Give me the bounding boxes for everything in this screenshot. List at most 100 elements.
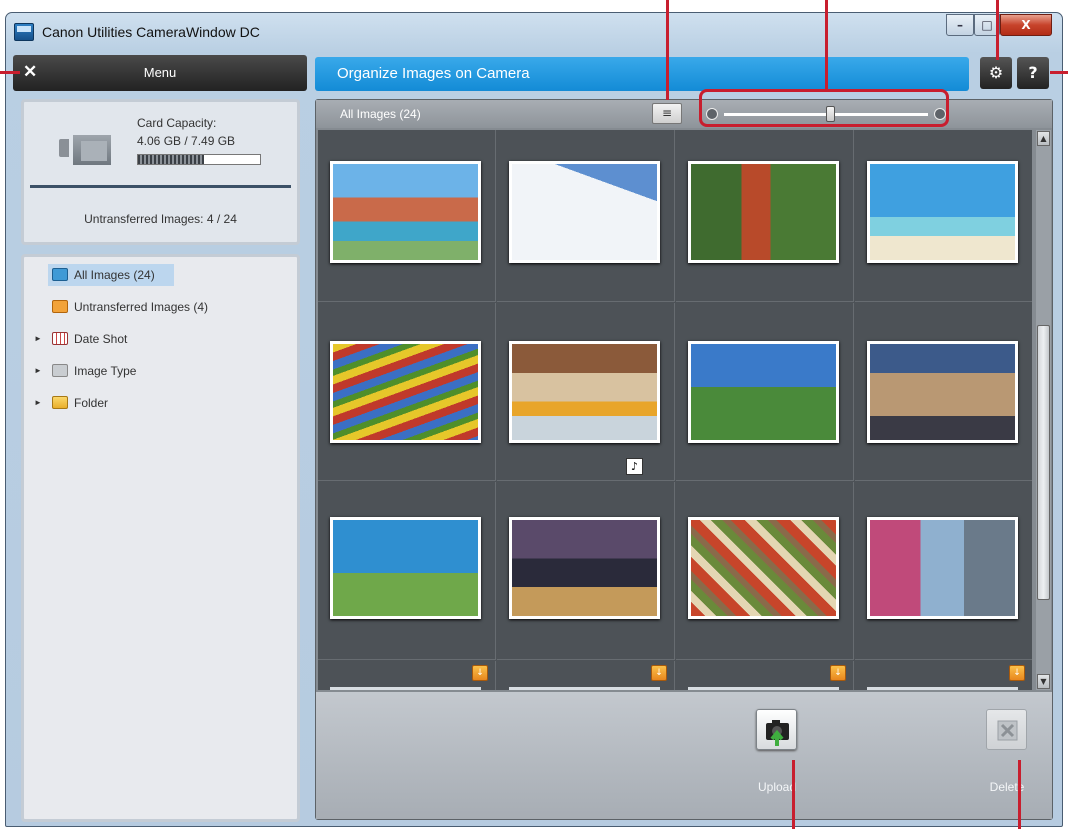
delete-label: Delete xyxy=(989,780,1025,794)
help-button[interactable]: ? xyxy=(1017,57,1049,89)
thumbnail-old-town[interactable] xyxy=(867,341,1018,443)
help-icon: ? xyxy=(1028,63,1038,82)
divider xyxy=(30,185,291,188)
menu-bar[interactable]: ✕ Menu xyxy=(13,55,307,91)
thumbnail-cell[interactable] xyxy=(676,303,854,481)
scroll-up-icon[interactable]: ▲ xyxy=(1037,131,1050,146)
untransferred-badge-icon: ↓ xyxy=(651,665,667,681)
expand-arrow-icon[interactable]: ► xyxy=(34,328,42,350)
window-title: Canon Utilities CameraWindow DC xyxy=(42,24,260,40)
thumbnail-cell[interactable] xyxy=(318,130,496,302)
minimize-button[interactable]: – xyxy=(946,14,974,36)
tree-item-untransferred[interactable]: Untransferred Images (4) xyxy=(48,296,278,318)
page-title-bar: Organize Images on Camera xyxy=(315,57,969,91)
thumbnail-cell[interactable] xyxy=(855,482,1032,660)
tree-item-folder[interactable]: ► Folder xyxy=(34,392,264,414)
scroll-thumb[interactable] xyxy=(1037,325,1050,600)
thumbnail-partial[interactable] xyxy=(509,687,660,690)
thumbnail-cell[interactable] xyxy=(497,482,675,660)
thumbnail-beach-palm[interactable] xyxy=(867,161,1018,263)
callout-line-upload xyxy=(792,760,795,829)
thumbnail-cell[interactable] xyxy=(855,303,1032,481)
folder-icon xyxy=(52,396,68,409)
thumbnail-cell[interactable] xyxy=(676,482,854,660)
upload-camera-icon xyxy=(766,720,789,746)
thumbnail-partial[interactable] xyxy=(867,687,1018,690)
client-area: ✕ Menu Card Capacity: 4.06 GB / 7.49 GB … xyxy=(13,55,1057,825)
upload-label: Upload xyxy=(757,780,797,794)
tree-item-label: Date Shot xyxy=(74,332,128,346)
callout-line-help xyxy=(1050,71,1068,74)
untransferred-badge-icon: ↓ xyxy=(830,665,846,681)
settings-button[interactable]: ⚙ xyxy=(980,57,1012,89)
delete-button[interactable] xyxy=(986,709,1027,750)
untransferred-badge-icon: ↓ xyxy=(472,665,488,681)
thumbnail-cell[interactable] xyxy=(676,130,854,302)
gallery: All Images (24) ≡ ♪ ↓ ↓ ↓ ↓ ▲ ▼ Upload D… xyxy=(315,99,1053,820)
thumbnail-snowboarder[interactable] xyxy=(509,161,660,263)
thumbnail-cell[interactable]: ♪ xyxy=(497,303,675,481)
thumbnail-partial[interactable] xyxy=(330,687,481,690)
upload-button[interactable] xyxy=(756,709,797,750)
capacity-bar-fill xyxy=(138,155,204,164)
card-info-panel: Card Capacity: 4.06 GB / 7.49 GB Untrans… xyxy=(21,99,300,245)
scroll-down-icon[interactable]: ▼ xyxy=(1037,674,1050,689)
thumbnail-cell[interactable]: ↓ xyxy=(676,661,854,690)
close-icon: X xyxy=(1021,18,1031,32)
capacity-bar xyxy=(137,154,261,165)
callout-line-settings xyxy=(996,0,999,60)
thumbnail-flower-field[interactable] xyxy=(330,341,481,443)
list-view-icon: ≡ xyxy=(661,106,673,120)
thumbnail-farm-field[interactable] xyxy=(688,341,839,443)
minimize-icon: – xyxy=(957,18,963,32)
thumbnail-market[interactable] xyxy=(688,517,839,619)
list-view-button[interactable]: ≡ xyxy=(652,103,682,124)
thumbnail-cell[interactable]: ↓ xyxy=(318,661,496,690)
thumbnail-resort[interactable] xyxy=(330,161,481,263)
thumbnail-cell[interactable] xyxy=(318,303,496,481)
callout-line-list-view xyxy=(666,0,669,100)
untransferred-badge-icon: ↓ xyxy=(1009,665,1025,681)
thumbnail-grid[interactable]: ♪ ↓ ↓ ↓ ↓ xyxy=(318,130,1032,690)
thumbnail-harbor[interactable] xyxy=(867,517,1018,619)
card-capacity-value: 4.06 GB / 7.49 GB xyxy=(137,134,236,148)
untransferred-count: Untransferred Images: 4 / 24 xyxy=(84,212,237,226)
calendar-icon xyxy=(52,332,68,345)
zoom-slider-callout xyxy=(699,89,949,127)
gear-icon: ⚙ xyxy=(988,63,1004,82)
thumbnail-partial[interactable] xyxy=(688,687,839,690)
thumbnail-cell[interactable] xyxy=(497,130,675,302)
expand-arrow-icon[interactable]: ► xyxy=(34,360,42,382)
close-window-button[interactable]: X xyxy=(1000,14,1052,36)
thumbnail-city-night[interactable] xyxy=(509,517,660,619)
app-icon xyxy=(14,23,34,41)
memory-card-icon xyxy=(59,135,111,165)
sound-memo-icon: ♪ xyxy=(626,458,643,475)
thumbnail-cell[interactable]: ↓ xyxy=(855,661,1032,690)
all-images-icon xyxy=(52,268,68,281)
page-title: Organize Images on Camera xyxy=(337,65,530,82)
gallery-count-label: All Images (24) xyxy=(340,107,421,121)
untransferred-icon xyxy=(52,300,68,313)
action-panel: Upload Delete xyxy=(316,692,1052,819)
image-tree: All Images (24) Untransferred Images (4)… xyxy=(21,254,300,822)
tree-item-date-shot[interactable]: ► Date Shot xyxy=(34,328,264,350)
expand-arrow-icon[interactable]: ► xyxy=(34,392,42,414)
tree-item-label: Folder xyxy=(74,396,109,410)
thumbnail-interior[interactable] xyxy=(509,341,660,443)
tree-item-all-images[interactable]: All Images (24) xyxy=(48,264,174,286)
title-bar: Canon Utilities CameraWindow DC – □ X xyxy=(6,13,1062,47)
tree-item-label: Image Type xyxy=(74,364,137,378)
tree-item-label: All Images (24) xyxy=(74,268,155,282)
tree-item-label: Untransferred Images (4) xyxy=(74,300,209,314)
thumbnail-horse[interactable] xyxy=(330,517,481,619)
thumbnail-cell[interactable] xyxy=(318,482,496,660)
thumbnail-cell[interactable]: ↓ xyxy=(497,661,675,690)
vertical-scrollbar[interactable]: ▲ ▼ xyxy=(1036,130,1051,690)
menu-label: Menu xyxy=(143,65,177,80)
card-capacity-label: Card Capacity: xyxy=(137,116,217,130)
thumbnail-cell[interactable] xyxy=(855,130,1032,302)
tree-item-image-type[interactable]: ► Image Type xyxy=(34,360,264,382)
thumbnail-telephone-booth[interactable] xyxy=(688,161,839,263)
callout-line-delete xyxy=(1018,760,1021,829)
